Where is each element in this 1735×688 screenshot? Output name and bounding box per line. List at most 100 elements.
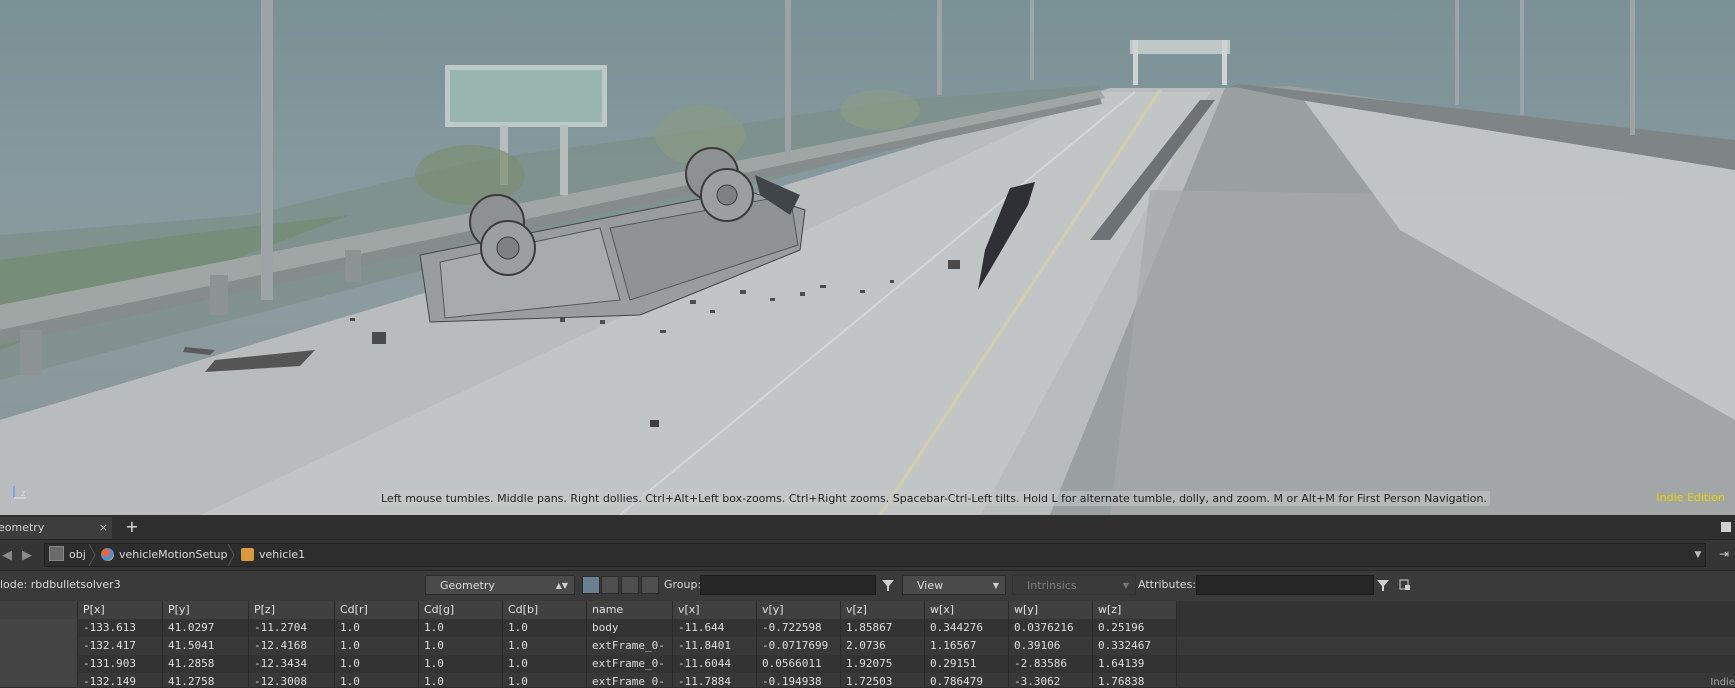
updown-arrow-icon: ▲▼ — [555, 581, 568, 590]
table-cell: 41.2858 — [163, 655, 249, 673]
intrinsics-combo[interactable]: Intrinsics ▼ — [1012, 575, 1136, 595]
table-cell: -133.613 — [78, 619, 163, 637]
forward-arrow-icon[interactable]: ▶ — [22, 548, 32, 563]
row-index-cell[interactable] — [0, 637, 78, 655]
table-row[interactable]: -132.149 41.2758 -12.3008 1.0 1.0 1.0 extFrame… — [0, 673, 1735, 687]
detail-mode-button[interactable] — [641, 576, 659, 594]
breadcrumb: obj vehicleMotionSetup vehicle1 ▼ — [44, 543, 1706, 567]
table-cell: extFrame_0- — [587, 637, 673, 655]
node-label: lode: rbdbulletsolver3 — [0, 578, 121, 591]
table-header-row[interactable]: P[x] P[y] P[z] Cd[r] Cd[g] Cd[b] name v[x] v[y] v… — [0, 601, 1735, 619]
column-header[interactable]: P[x] — [78, 601, 163, 619]
table-row[interactable]: -131.903 41.2858 -12.3434 1.0 1.0 1.0 extFrame… — [0, 655, 1735, 673]
points-mode-button[interactable] — [582, 576, 600, 594]
table-cell: -131.903 — [78, 655, 163, 673]
table-cell: -132.149 — [78, 673, 163, 687]
column-header[interactable]: P[z] — [249, 601, 335, 619]
column-header[interactable]: Cd[b] — [503, 601, 587, 619]
filter-icon[interactable] — [879, 576, 897, 594]
table-cell: -12.3434 — [249, 655, 335, 673]
table-cell: -11.6044 — [673, 655, 757, 673]
table-cell: -3.3062 — [1009, 673, 1093, 687]
table-cell: body — [587, 619, 673, 637]
header-corner[interactable] — [0, 601, 78, 619]
column-header[interactable]: v[x] — [673, 601, 757, 619]
table-cell: -0.722598 — [757, 619, 841, 637]
table-cell: 1.76838 — [1093, 673, 1177, 687]
column-header[interactable]: v[z] — [841, 601, 925, 619]
column-options-icon[interactable] — [1396, 576, 1414, 594]
filter-icon[interactable] — [1374, 576, 1392, 594]
geometry-spreadsheet-pane: eometry Spreadsheet × + ◀ ▶ obj vehicleM… — [0, 515, 1735, 688]
column-header[interactable]: v[y] — [757, 601, 841, 619]
table-cell: 1.0 — [503, 673, 587, 687]
column-header[interactable]: P[y] — [163, 601, 249, 619]
column-header[interactable]: w[x] — [925, 601, 1009, 619]
table-cell: 1.0 — [503, 619, 587, 637]
table-cell: -0.0717699 — [757, 637, 841, 655]
chevron-down-icon[interactable]: ▼ — [1690, 544, 1706, 566]
table-cell: 41.2758 — [163, 673, 249, 687]
chevron-down-icon: ▼ — [992, 581, 999, 590]
table-cell: 0.39106 — [1009, 637, 1093, 655]
tab-geometry-spreadsheet[interactable]: eometry Spreadsheet × — [0, 517, 112, 556]
table-cell: 0.25196 — [1093, 619, 1177, 637]
pane-menu-icon[interactable] — [1721, 522, 1731, 532]
group-input[interactable] — [700, 575, 876, 595]
edition-label: Indie Edition — [1656, 491, 1725, 504]
table-cell: 41.5041 — [163, 637, 249, 655]
row-index-cell[interactable] — [0, 619, 78, 637]
subnet-icon — [101, 548, 114, 561]
add-tab-button[interactable]: + — [122, 517, 142, 537]
pane-tab-bar: eometry Spreadsheet × + — [0, 515, 1735, 556]
table-cell: 1.0 — [335, 655, 419, 673]
table-cell: 2.0736 — [841, 637, 925, 655]
view-combo[interactable]: View ▼ — [902, 575, 1006, 595]
column-header[interactable]: name — [587, 601, 673, 619]
table-cell: -12.4168 — [249, 637, 335, 655]
column-header[interactable]: w[z] — [1093, 601, 1177, 619]
column-header[interactable]: Cd[g] — [419, 601, 503, 619]
table-cell: 0.0566011 — [757, 655, 841, 673]
table-row[interactable]: -132.417 41.5041 -12.4168 1.0 1.0 1.0 extFrame… — [0, 637, 1735, 655]
breadcrumb-vehicle1[interactable]: vehicle1 — [241, 544, 305, 566]
table-cell: 1.92075 — [841, 655, 925, 673]
vertices-mode-button[interactable] — [601, 576, 619, 594]
attribute-table: P[x] P[y] P[z] Cd[r] Cd[g] Cd[b] name v[x] v[y] v… — [0, 601, 1735, 687]
breadcrumb-vehicle-motion-setup[interactable]: vehicleMotionSetup — [101, 544, 228, 566]
table-row[interactable]: -133.613 41.0297 -11.2704 1.0 1.0 1.0 body -11.… — [0, 619, 1735, 637]
geometry-type-combo[interactable]: Geometry ▲▼ — [425, 575, 575, 595]
close-icon[interactable]: × — [99, 517, 108, 539]
row-index-cell[interactable] — [0, 655, 78, 673]
chevron-down-icon: ▼ — [1122, 581, 1129, 590]
table-cell: 1.0 — [419, 619, 503, 637]
table-cell: -12.3008 — [249, 673, 335, 687]
pin-icon[interactable]: ⇥ — [1719, 547, 1729, 561]
table-cell: 1.85867 — [841, 619, 925, 637]
viewport-navigation-hint: Left mouse tumbles. Middle pans. Right d… — [378, 491, 1490, 506]
table-cell: -0.194938 — [757, 673, 841, 687]
table-cell: 1.72503 — [841, 673, 925, 687]
table-cell: -2.83586 — [1009, 655, 1093, 673]
table-cell: -11.7884 — [673, 673, 757, 687]
table-cell: 1.0 — [503, 637, 587, 655]
row-index-cell[interactable] — [0, 673, 78, 687]
table-cell: -11.644 — [673, 619, 757, 637]
point-cloud-scene — [0, 0, 1735, 515]
attributes-input[interactable] — [1196, 575, 1374, 595]
breadcrumb-obj[interactable]: obj — [49, 544, 86, 566]
table-cell: -11.8401 — [673, 637, 757, 655]
svg-text:z: z — [21, 489, 25, 498]
table-cell: 1.64139 — [1093, 655, 1177, 673]
scene-viewport[interactable]: z Left mouse tumbles. Middle pans. Right… — [0, 0, 1735, 515]
table-cell: 1.0 — [335, 637, 419, 655]
column-header[interactable]: w[y] — [1009, 601, 1093, 619]
table-cell: 0.29151 — [925, 655, 1009, 673]
attributes-label: Attributes: — [1138, 578, 1197, 591]
table-cell: 0.344276 — [925, 619, 1009, 637]
back-arrow-icon[interactable]: ◀ — [2, 548, 12, 563]
network-path-bar: ◀ ▶ obj vehicleMotionSetup vehicle1 ▼ ⇥ — [0, 540, 1735, 571]
table-cell: 0.0376216 — [1009, 619, 1093, 637]
column-header[interactable]: Cd[r] — [335, 601, 419, 619]
primitives-mode-button[interactable] — [621, 576, 639, 594]
